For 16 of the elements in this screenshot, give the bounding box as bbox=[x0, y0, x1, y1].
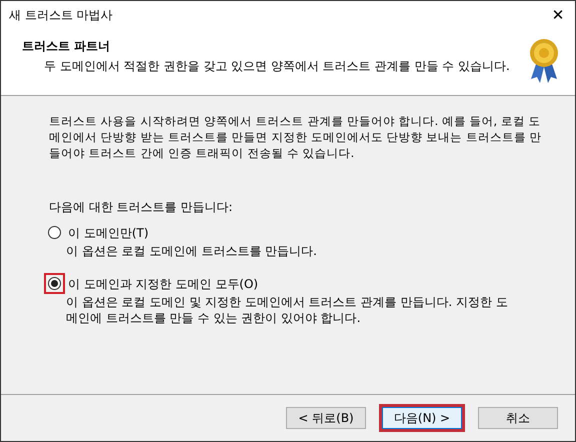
wizard-button[interactable]: 취소 bbox=[478, 407, 558, 429]
close-button[interactable]: ✕ bbox=[545, 4, 571, 26]
option-label[interactable]: 이 도메인만(T) bbox=[68, 224, 149, 242]
intro-text: 트러스트 사용을 시작하려면 양쪽에서 트러스트 관계를 만들어야 합니다. 예를 들어, 로컬 도메인에서 단방향 받는 트러스트를 만들면 지정한 도메인에서도 단방향 보내는 트러스트를 만들어야 트러스트 간에 인증 트래픽이 전송될 수 있습니다. bbox=[49, 113, 543, 161]
radio-button[interactable] bbox=[48, 277, 61, 290]
option-description: 이 옵션은 로컬 도메인 및 지정한 도메인에서 트러스트 관계를 만듭니다. 지정한 도메인에 트러스트를 만들 수 있는 권한이 있어야 합니다. bbox=[65, 294, 509, 326]
option-label[interactable]: 이 도메인과 지정한 도메인 모두(O) bbox=[68, 274, 258, 292]
wizard-button[interactable]: < 뒤로(B) bbox=[286, 407, 366, 429]
header-title: 트러스트 파트너 bbox=[22, 38, 112, 55]
medal-icon bbox=[529, 37, 559, 85]
window-title: 새 트러스트 마법사 bbox=[9, 7, 113, 24]
header-subtitle: 두 도메인에서 적절한 권한을 갖고 있으면 양쪽에서 트러스트 관계를 만들 수 있습니다. bbox=[43, 58, 510, 75]
option-description: 이 옵션은 로컬 도메인에 트러스트를 만듭니다. bbox=[65, 243, 318, 259]
radio-button[interactable] bbox=[48, 226, 61, 239]
prompt-text: 다음에 대한 트러스트를 만듭니다: bbox=[49, 199, 234, 216]
wizard-button[interactable]: 다음(N) > bbox=[382, 407, 462, 429]
